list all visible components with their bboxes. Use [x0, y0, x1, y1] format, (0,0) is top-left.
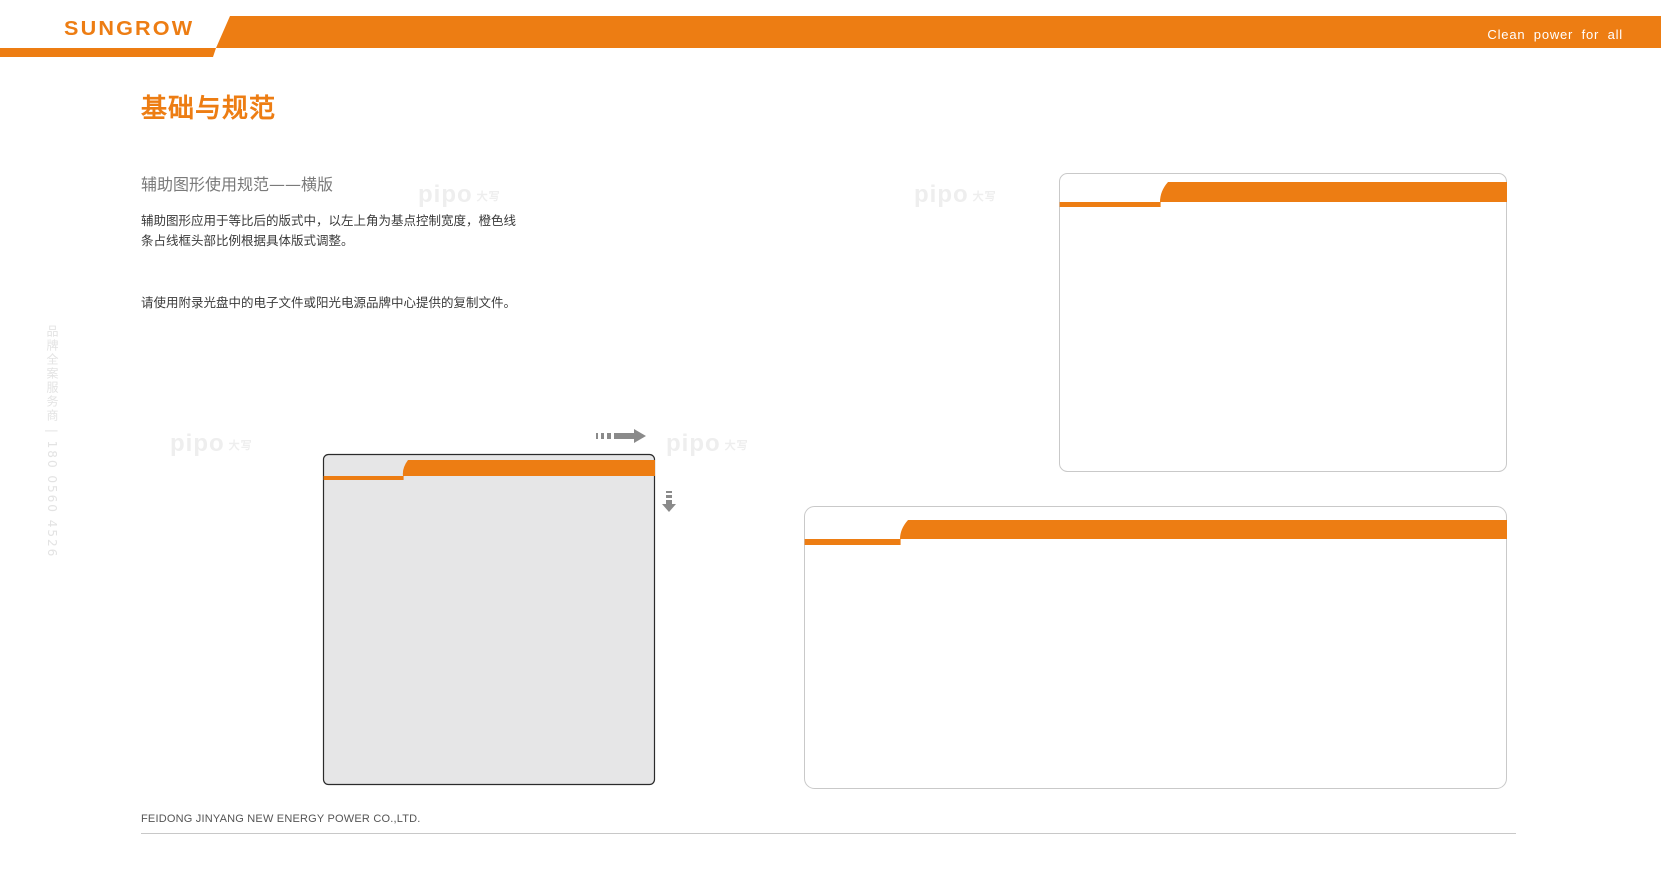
arrow-down-icon: [662, 491, 676, 512]
section-heading: 辅助图形使用规范——横版: [141, 175, 334, 194]
description: 辅助图形应用于等比后的版式中，以左上角为基点控制宽度，橙色线 条占线框头部比例根…: [141, 211, 571, 251]
watermark-logo: pipo大写: [418, 181, 501, 208]
watermark-logo: pipo大写: [170, 430, 253, 457]
page-title: 基础与规范: [141, 94, 277, 124]
frame-wide-bottom: [804, 506, 1507, 789]
usage-note: 请使用附录光盘中的电子文件或阳光电源品牌中心提供的复制文件。: [141, 295, 517, 310]
watermark-logo: pipo大写: [666, 430, 749, 457]
frame-wide-top: [1059, 173, 1507, 472]
tagline: Clean power for all: [1487, 27, 1623, 42]
description-line: 条占线框头部比例根据具体版式调整。: [141, 233, 354, 248]
watermark-logo: pipo大写: [914, 181, 997, 208]
footer-divider: [141, 833, 1516, 834]
arrow-right-icon: [596, 429, 646, 443]
brand-logo: SUNGROW: [64, 18, 195, 40]
header-band: [0, 16, 1661, 57]
frame-square-gray: [322, 453, 656, 786]
footer-company: FEIDONG JINYANG NEW ENERGY POWER CO.,LTD…: [141, 813, 421, 825]
description-line: 辅助图形应用于等比后的版式中，以左上角为基点控制宽度，橙色线: [141, 213, 517, 228]
side-contact-text: 品牌全案服务商 | 180 0560 4526: [45, 325, 59, 559]
